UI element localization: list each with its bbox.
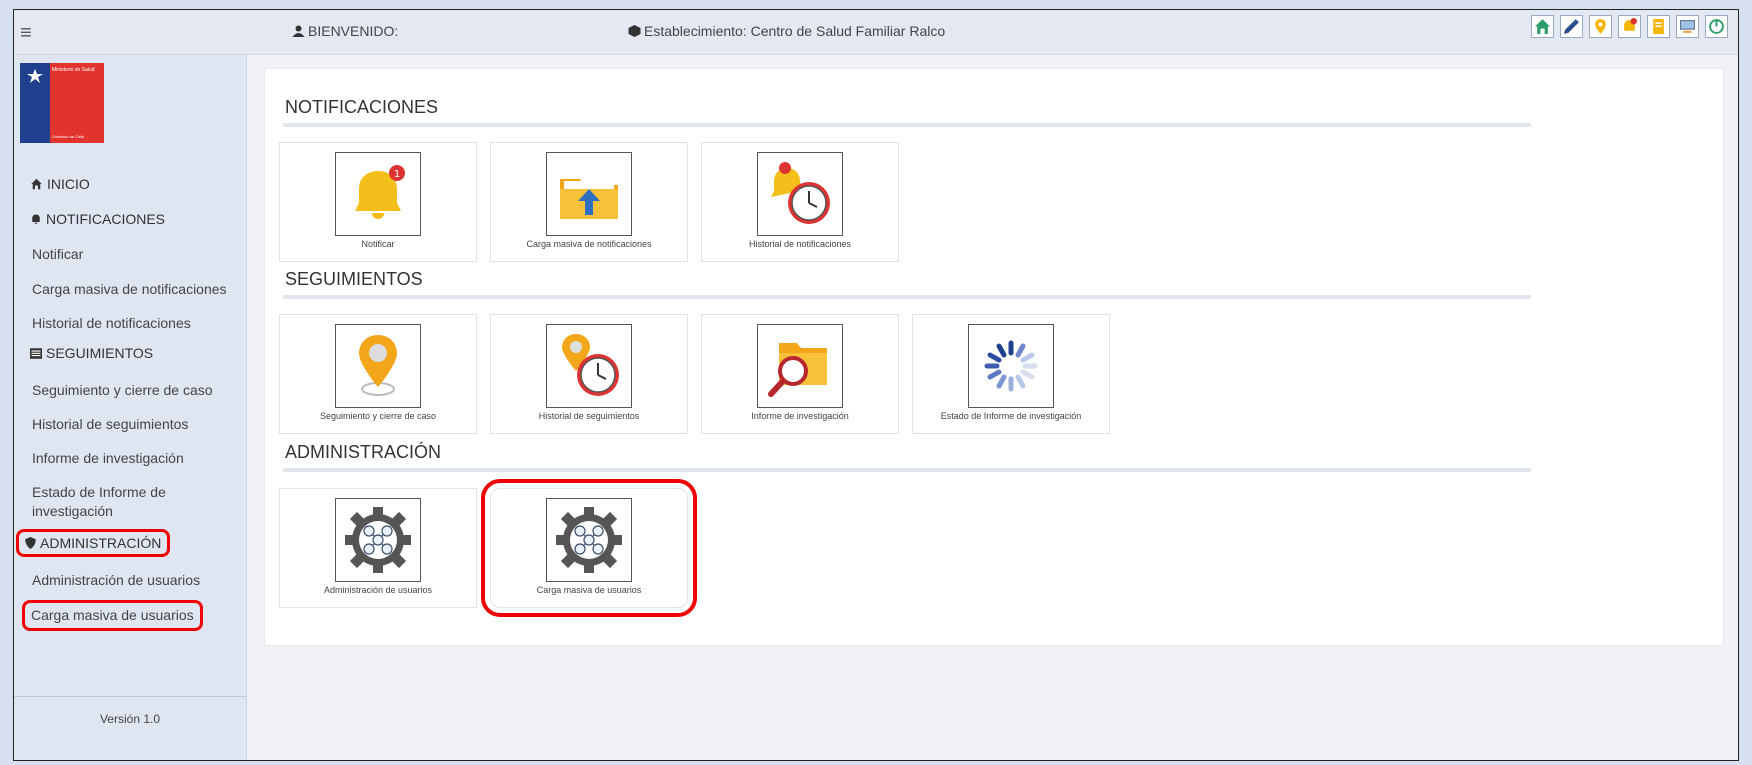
tile-estado-informe-label: Estado de Informe de investigación xyxy=(940,411,1082,421)
gear-network-icon xyxy=(335,498,421,582)
tile-historial-notificaciones[interactable]: Historial de notificaciones xyxy=(701,142,899,262)
top-bar: ≡ BIENVENIDO: Establecimiento: Centro de… xyxy=(14,10,1738,55)
notification-icon[interactable] xyxy=(1618,15,1641,38)
establishment-text: Establecimiento: Centro de Salud Familia… xyxy=(628,23,945,39)
tile-carga-usuarios-label: Carga masiva de usuarios xyxy=(536,585,642,595)
bell-clock-icon xyxy=(757,152,843,236)
sidebar-item-notificar[interactable]: Notificar xyxy=(32,245,237,264)
sidebar-item-informe[interactable]: Informe de investigación xyxy=(32,449,237,468)
nav-administracion-label: ADMINISTRACIÓN xyxy=(40,535,162,551)
hamburger-menu-icon[interactable]: ≡ xyxy=(20,22,32,45)
home-icon[interactable] xyxy=(1531,15,1554,38)
computer-icon[interactable] xyxy=(1676,15,1699,38)
section-divider xyxy=(283,123,1531,127)
tile-notificar-label: Notificar xyxy=(361,239,395,249)
sidebar-item-carga-notificaciones[interactable]: Carga masiva de notificaciones xyxy=(32,280,237,299)
nav-seguimientos-label: SEGUIMIENTOS xyxy=(46,345,154,361)
sidebar-item-historial-seguimientos[interactable]: Historial de seguimientos xyxy=(32,415,237,434)
user-icon xyxy=(292,25,305,37)
sidebar-item-carga-usuarios[interactable]: Carga masiva de usuarios xyxy=(22,600,203,631)
welcome-label: BIENVENIDO: xyxy=(308,23,399,39)
tile-historial-seguimientos[interactable]: Historial de seguimientos xyxy=(490,314,688,434)
nav-inicio-label: INICIO xyxy=(47,176,90,192)
section-divider xyxy=(283,468,1531,472)
section-divider xyxy=(283,295,1531,299)
version-label: Versión 1.0 xyxy=(99,712,161,726)
sidebar-item-estado-informe[interactable]: Estado de Informe de investigación xyxy=(32,483,192,521)
folder-upload-icon xyxy=(546,152,632,236)
nav-notificaciones[interactable]: NOTIFICACIONES xyxy=(30,211,165,227)
logo-gov-text: Gobierno de Chile xyxy=(52,134,85,139)
tile-informe-label: Informe de investigación xyxy=(751,411,849,421)
tile-informe[interactable]: Informe de investigación xyxy=(701,314,899,434)
sidebar-item-seguimiento-cierre[interactable]: Seguimiento y cierre de caso xyxy=(32,381,237,400)
power-icon[interactable] xyxy=(1705,15,1728,38)
logo-ministry-text: Ministerio de Salud xyxy=(52,67,95,73)
shield-icon xyxy=(25,537,36,549)
bell-icon: 1 xyxy=(335,152,421,236)
svg-text:1: 1 xyxy=(394,169,400,180)
tile-historial-seguimientos-label: Historial de seguimientos xyxy=(538,411,640,421)
nav-seguimientos[interactable]: SEGUIMIENTOS xyxy=(30,345,153,361)
section-title-seguimientos: SEGUIMIENTOS xyxy=(285,269,423,289)
establishment-label: Establecimiento: Centro de Salud Familia… xyxy=(644,23,946,39)
tile-admin-usuarios[interactable]: Administración de usuarios xyxy=(279,488,477,608)
nav-administracion[interactable]: ADMINISTRACIÓN xyxy=(15,529,171,557)
pencil-icon[interactable] xyxy=(1560,15,1583,38)
tile-estado-informe[interactable]: Estado de Informe de investigación xyxy=(912,314,1110,434)
sidebar-divider xyxy=(14,696,246,697)
tile-notificar[interactable]: 1 Notificar xyxy=(279,142,477,262)
gear-network-icon xyxy=(546,498,632,582)
loading-spinner-icon xyxy=(968,324,1054,408)
tile-admin-usuarios-label: Administración de usuarios xyxy=(323,585,433,595)
sidebar-item-admin-usuarios[interactable]: Administración de usuarios xyxy=(32,571,237,590)
folder-search-icon xyxy=(757,324,843,408)
home-icon xyxy=(31,178,42,190)
sidebar-item-historial-notificaciones[interactable]: Historial de notificaciones xyxy=(32,314,237,333)
location-pin-icon[interactable] xyxy=(1589,15,1612,38)
toolbar-icons xyxy=(1531,15,1728,38)
sidebar: Ministerio de Salud Gobierno de Chile IN… xyxy=(14,55,247,760)
ministry-logo: Ministerio de Salud Gobierno de Chile xyxy=(20,63,104,143)
document-icon[interactable] xyxy=(1647,15,1670,38)
section-title-administracion: ADMINISTRACIÓN xyxy=(285,442,442,462)
location-pin-icon xyxy=(335,324,421,408)
app-window: ≡ BIENVENIDO: Establecimiento: Centro de… xyxy=(13,9,1739,761)
main-panel: NOTIFICACIONES 1 Notificar Carga masiva … xyxy=(264,68,1724,646)
section-title-notificaciones: NOTIFICACIONES xyxy=(285,97,439,117)
tile-carga-usuarios[interactable]: Carga masiva de usuarios xyxy=(481,479,697,617)
welcome-text: BIENVENIDO: xyxy=(292,23,398,39)
bell-icon xyxy=(32,214,40,224)
tile-historial-notificaciones-label: Historial de notificaciones xyxy=(748,239,852,249)
nav-notificaciones-label: NOTIFICACIONES xyxy=(46,211,166,227)
nav-inicio[interactable]: INICIO xyxy=(30,176,90,192)
list-icon xyxy=(30,347,42,359)
tile-seguimiento-cierre-label: Seguimiento y cierre de caso xyxy=(319,411,437,421)
tile-seguimiento-cierre[interactable]: Seguimiento y cierre de caso xyxy=(279,314,477,434)
pin-clock-icon xyxy=(546,324,632,408)
tile-carga-notificaciones-label: Carga masiva de notificaciones xyxy=(526,239,652,249)
tile-carga-notificaciones[interactable]: Carga masiva de notificaciones xyxy=(490,142,688,262)
cube-icon xyxy=(628,25,641,37)
